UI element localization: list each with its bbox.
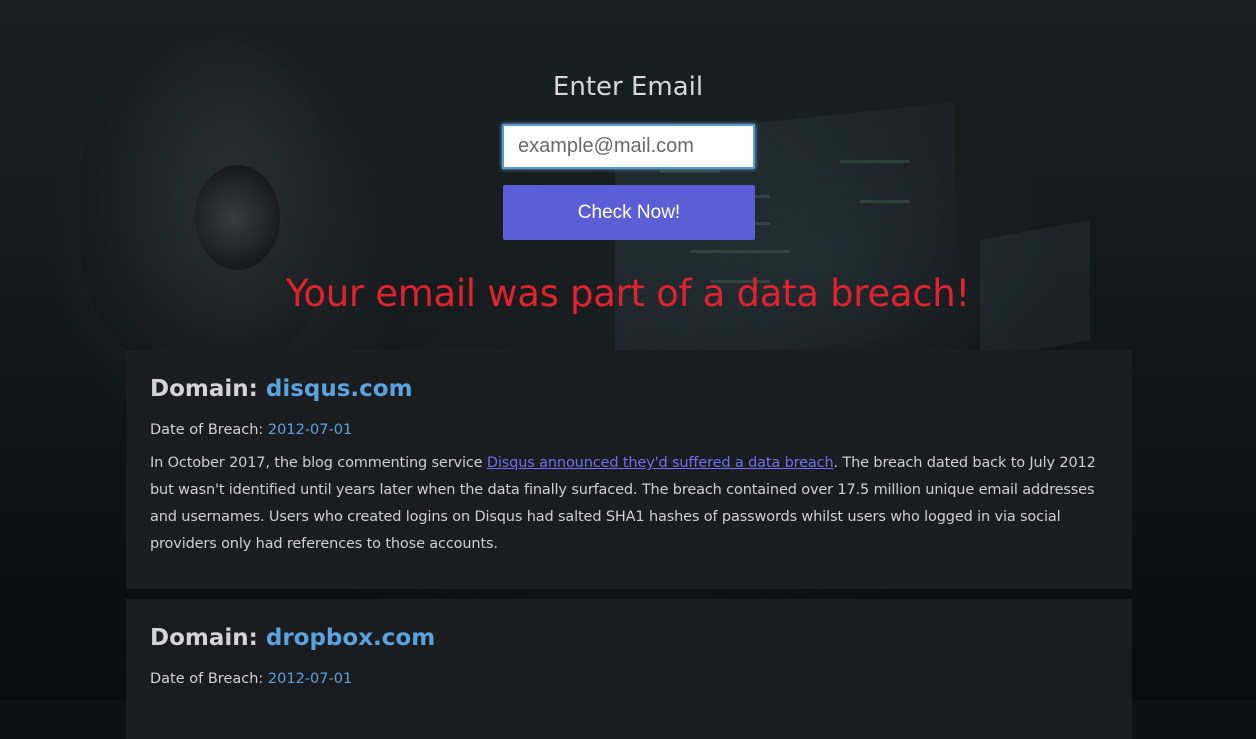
breach-announcement-link[interactable]: Disqus announced they'd suffered a data …: [487, 455, 834, 471]
domain-label: Domain:: [150, 376, 258, 402]
form-title: Enter Email: [552, 72, 704, 102]
breach-result-message: Your email was part of a data breach!: [286, 272, 970, 315]
date-label: Date of Breach:: [150, 671, 264, 687]
breach-card: Domain: dropbox.com Date of Breach: 2012…: [126, 599, 1132, 739]
domain-name: disqus.com: [265, 376, 413, 402]
domain-label: Domain:: [150, 625, 258, 651]
main-content: Enter Email Check Now! Your email was pa…: [0, 0, 1256, 739]
breach-date: 2012-07-01: [267, 671, 353, 687]
breach-date-line: Date of Breach: 2012-07-01: [150, 422, 1108, 438]
breach-date-line: Date of Breach: 2012-07-01: [150, 671, 1108, 687]
check-now-button[interactable]: Check Now!: [503, 185, 755, 240]
breach-card: Domain: disqus.com Date of Breach: 2012-…: [126, 350, 1132, 589]
domain-heading: Domain: dropbox.com: [150, 625, 1108, 651]
email-input[interactable]: [502, 124, 755, 169]
domain-heading: Domain: disqus.com: [150, 376, 1108, 402]
breach-date: 2012-07-01: [267, 422, 353, 438]
date-label: Date of Breach:: [150, 422, 264, 438]
domain-name: dropbox.com: [265, 625, 436, 651]
breach-description: In October 2017, the blog commenting ser…: [150, 450, 1108, 558]
description-text: In October 2017, the blog commenting ser…: [150, 455, 487, 471]
